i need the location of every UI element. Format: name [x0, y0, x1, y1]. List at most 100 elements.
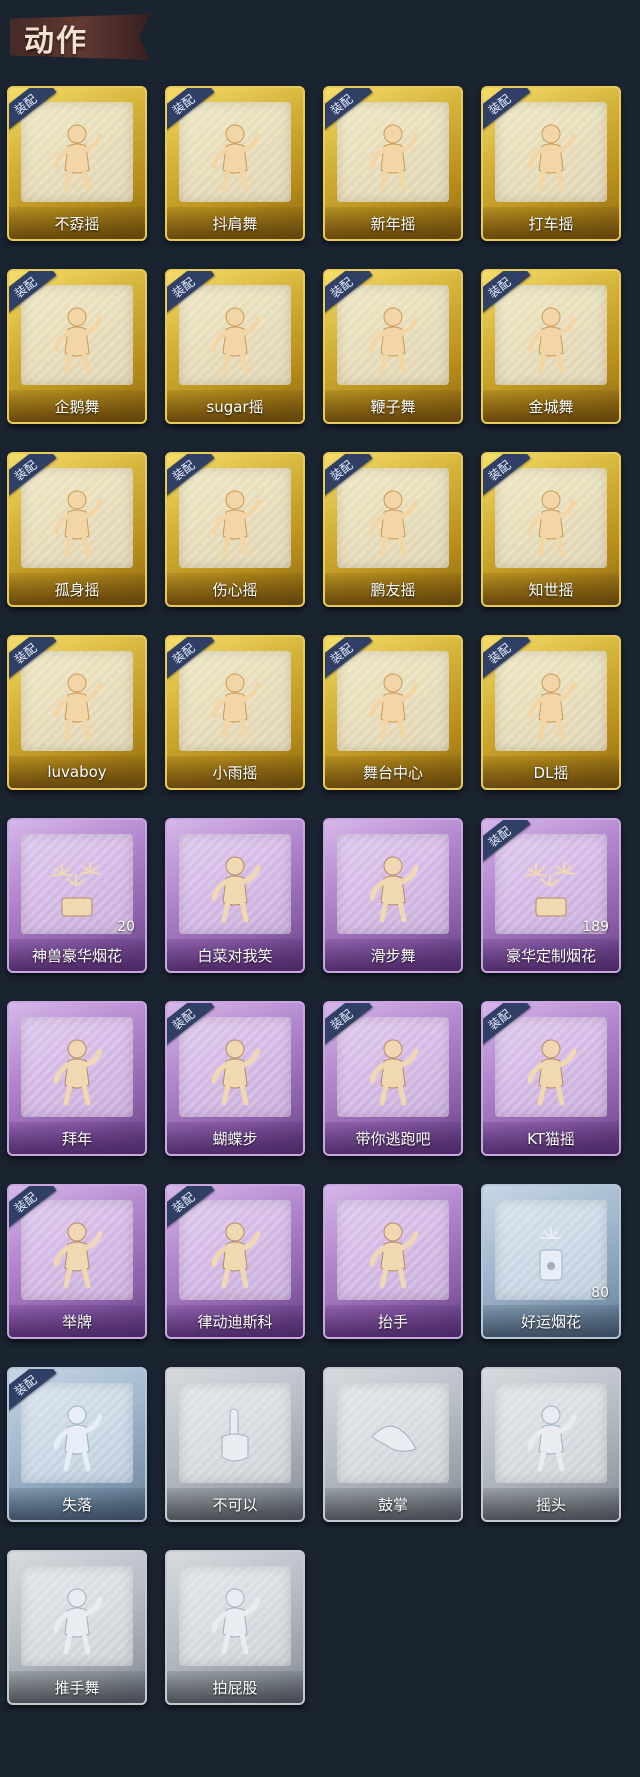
card-label-bar: 抬手 — [325, 1305, 461, 1337]
action-card[interactable]: 装配 企鹅舞 — [7, 269, 147, 424]
clapping-hands-icon — [358, 1403, 428, 1473]
card-label-bar: 律动迪斯科 — [167, 1305, 303, 1337]
action-name: 抖肩舞 — [212, 214, 258, 233]
firework-can-icon — [516, 1220, 586, 1290]
action-card[interactable]: 抬手 — [323, 1184, 463, 1339]
card-label-bar: 企鹅舞 — [9, 390, 145, 422]
action-card[interactable]: 装配 抖肩舞 — [165, 86, 305, 241]
dancing-figure-icon — [516, 488, 586, 558]
card-label-bar: 鼓掌 — [325, 1488, 461, 1520]
action-name: DL摇 — [533, 763, 569, 782]
action-card[interactable]: 装配 sugar摇 — [165, 269, 305, 424]
dancing-figure-icon — [516, 1037, 586, 1107]
action-card[interactable]: 装配 小雨摇 — [165, 635, 305, 790]
action-card[interactable]: 装配 舞台中心 — [323, 635, 463, 790]
action-card[interactable]: 装配 举牌 — [7, 1184, 147, 1339]
action-name: 拜年 — [61, 1129, 92, 1148]
action-name: 蝴蝶步 — [212, 1129, 258, 1148]
action-name: KT猫摇 — [527, 1129, 575, 1148]
action-card[interactable]: 摇头 — [481, 1367, 621, 1522]
action-name: 打车摇 — [528, 214, 574, 233]
fireworks-icon — [42, 854, 112, 924]
action-card[interactable]: 20 神兽豪华烟花 — [7, 818, 147, 973]
action-card[interactable]: 装配 蝴蝶步 — [165, 1001, 305, 1156]
action-card[interactable]: 装配 189 豪华定制烟花 — [481, 818, 621, 973]
card-label-bar: sugar摇 — [167, 390, 303, 422]
card-label-bar: 伤心摇 — [167, 573, 303, 605]
dancing-figure-icon — [516, 305, 586, 375]
action-name: 律动迪斯科 — [197, 1312, 273, 1331]
dancing-figure-icon — [200, 1037, 270, 1107]
action-card[interactable]: 装配 律动迪斯科 — [165, 1184, 305, 1339]
action-name: 小雨摇 — [212, 763, 258, 782]
action-card[interactable]: 装配 打车摇 — [481, 86, 621, 241]
dancing-figure-icon — [42, 305, 112, 375]
action-name: 舞台中心 — [362, 763, 423, 782]
card-label-bar: 不孬摇 — [9, 207, 145, 239]
action-name: 失落 — [61, 1495, 92, 1514]
dancing-figure-icon — [200, 1220, 270, 1290]
dancing-figure-icon — [358, 488, 428, 558]
kneeling-figure-icon — [42, 1403, 112, 1473]
push-hands-figure-icon — [42, 1586, 112, 1656]
action-card[interactable]: 装配 鞭子舞 — [323, 269, 463, 424]
action-name: 推手舞 — [54, 1678, 100, 1697]
head-shake-figure-icon — [516, 1403, 586, 1473]
dancing-figure-icon — [200, 671, 270, 741]
action-card[interactable]: 拜年 — [7, 1001, 147, 1156]
dancing-figure-icon — [200, 854, 270, 924]
section-title: 动作 — [24, 24, 88, 59]
action-name: 孤身摇 — [54, 580, 100, 599]
dancing-figure-icon — [358, 1037, 428, 1107]
heart-hands-figure-icon — [200, 488, 270, 558]
action-name: 抬手 — [377, 1312, 408, 1331]
action-name: 豪华定制烟花 — [505, 946, 596, 965]
action-card[interactable]: 装配 失落 — [7, 1367, 147, 1522]
action-name: luvaboy — [47, 763, 107, 781]
action-name: 拍屁股 — [212, 1678, 258, 1697]
action-card[interactable]: 装配 知世摇 — [481, 452, 621, 607]
card-label-bar: 豪华定制烟花 — [483, 939, 619, 971]
action-card[interactable]: 装配 伤心摇 — [165, 452, 305, 607]
raising-hand-figure-icon — [358, 1220, 428, 1290]
action-card[interactable]: 拍屁股 — [165, 1550, 305, 1705]
card-label-bar: 鞭子舞 — [325, 390, 461, 422]
action-name: 神兽豪华烟花 — [31, 946, 122, 965]
action-card[interactable]: 装配 新年摇 — [323, 86, 463, 241]
card-label-bar: 小雨摇 — [167, 756, 303, 788]
card-label-bar: 新年摇 — [325, 207, 461, 239]
action-card[interactable]: 白菜对我笑 — [165, 818, 305, 973]
card-label-bar: KT猫摇 — [483, 1122, 619, 1154]
action-card[interactable]: 推手舞 — [7, 1550, 147, 1705]
action-card[interactable]: 滑步舞 — [323, 818, 463, 973]
card-label-bar: 拜年 — [9, 1122, 145, 1154]
item-count: 80 — [591, 1285, 609, 1301]
dancing-figure-icon — [358, 854, 428, 924]
action-card[interactable]: 鼓掌 — [323, 1367, 463, 1522]
action-card[interactable]: 装配 鹏友摇 — [323, 452, 463, 607]
dancing-figure-icon — [42, 671, 112, 741]
card-label-bar: 失落 — [9, 1488, 145, 1520]
card-label-bar: 抖肩舞 — [167, 207, 303, 239]
action-card[interactable]: 装配 不孬摇 — [7, 86, 147, 241]
dancing-figure-icon — [42, 488, 112, 558]
action-card[interactable]: 装配 孤身摇 — [7, 452, 147, 607]
finger-wag-icon — [200, 1403, 270, 1473]
dancing-figure-icon — [516, 122, 586, 192]
action-card[interactable]: 装配 DL摇 — [481, 635, 621, 790]
action-name: 举牌 — [61, 1312, 92, 1331]
action-card[interactable]: 80 好运烟花 — [481, 1184, 621, 1339]
action-card[interactable]: 装配 luvaboy — [7, 635, 147, 790]
card-label-bar: 摇头 — [483, 1488, 619, 1520]
action-name: 鹏友摇 — [370, 580, 416, 599]
action-name: sugar摇 — [206, 397, 264, 416]
dancing-figure-icon — [42, 122, 112, 192]
action-card[interactable]: 装配 KT猫摇 — [481, 1001, 621, 1156]
card-label-bar: 神兽豪华烟花 — [9, 939, 145, 971]
action-card[interactable]: 装配 带你逃跑吧 — [323, 1001, 463, 1156]
card-label-bar: 打车摇 — [483, 207, 619, 239]
dancing-figure-icon — [200, 305, 270, 375]
action-card[interactable]: 不可以 — [165, 1367, 305, 1522]
action-card[interactable]: 装配 金城舞 — [481, 269, 621, 424]
action-name: 新年摇 — [370, 214, 416, 233]
